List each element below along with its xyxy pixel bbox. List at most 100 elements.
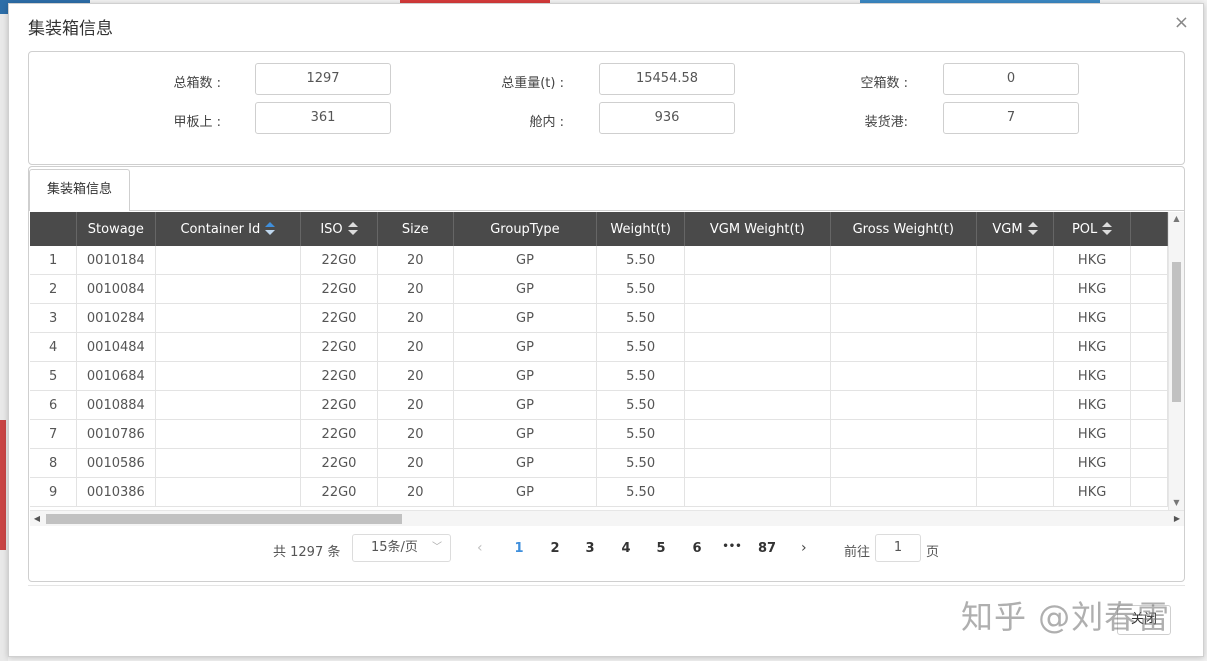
goto-label: 前往: [844, 545, 871, 560]
scroll-up-icon[interactable]: ▲: [1169, 212, 1184, 226]
goto-page-input[interactable]: 1: [875, 534, 921, 562]
cell-container-id: [155, 448, 302, 478]
sort-icon[interactable]: [265, 222, 276, 236]
total-boxes-field[interactable]: 1297: [255, 63, 391, 95]
column-header-vgm-weight: VGM Weight(t): [684, 212, 831, 246]
vertical-scrollbar[interactable]: ▲ ▼: [1168, 212, 1184, 510]
more-pages-icon[interactable]: •••: [720, 541, 744, 552]
column-header-container-id[interactable]: Container Id: [155, 212, 302, 246]
cell-more: [1130, 477, 1168, 507]
cell-gross-weight: [830, 274, 977, 304]
sort-icon[interactable]: [1102, 222, 1113, 236]
tab-divider: [130, 210, 1184, 211]
table-row[interactable]: 1 0010184 22G0 20 GP 5.50 HKG: [30, 246, 1168, 275]
cell-container-id: [155, 361, 302, 391]
cell-container-id: [155, 246, 302, 275]
cell-vgm-weight: [684, 477, 831, 507]
next-page-icon[interactable]: ›: [801, 540, 807, 556]
cell-group-type: GP: [453, 361, 598, 391]
cell-vgm-weight: [684, 274, 831, 304]
cell-pol: HKG: [1053, 448, 1132, 478]
cell-container-id: [155, 303, 302, 333]
cell-iso: 22G0: [300, 303, 378, 333]
page-1-button[interactable]: 1: [507, 541, 531, 556]
cell-iso: 22G0: [300, 477, 378, 507]
table-row[interactable]: 7 0010786 22G0 20 GP 5.50 HKG: [30, 419, 1168, 449]
prev-page-icon[interactable]: ‹: [477, 540, 483, 556]
vertical-scroll-thumb[interactable]: [1172, 262, 1181, 402]
pagination-total: 共 1297 条: [273, 545, 341, 560]
cell-iso: 22G0: [300, 274, 378, 304]
cell-idx: 7: [30, 419, 78, 449]
page-3-button[interactable]: 3: [578, 541, 602, 556]
in-hold-field[interactable]: 936: [599, 102, 735, 134]
page-87-button[interactable]: 87: [755, 541, 779, 556]
sort-icon[interactable]: [1027, 222, 1038, 236]
tab-container-info[interactable]: 集装箱信息: [29, 169, 130, 211]
column-header-gross-weight: Gross Weight(t): [830, 212, 977, 246]
cell-pol: HKG: [1053, 332, 1132, 362]
column-header-pol[interactable]: POL: [1053, 212, 1132, 246]
column-header-label: Size: [401, 221, 429, 237]
cell-idx: 1: [30, 246, 78, 275]
page-5-button[interactable]: 5: [649, 541, 673, 556]
column-header-iso[interactable]: ISO: [300, 212, 378, 246]
cell-vgm: [976, 448, 1055, 478]
cell-vgm: [976, 361, 1055, 391]
cell-group-type: GP: [453, 332, 598, 362]
cell-iso: 22G0: [300, 448, 378, 478]
total-weight-field[interactable]: 15454.58: [599, 63, 735, 95]
cell-gross-weight: [830, 419, 977, 449]
column-header-vgm[interactable]: VGM: [976, 212, 1055, 246]
close-icon[interactable]: ×: [1174, 12, 1189, 33]
container-table: Stowage Container Id ISO Size GroupType Weigh…: [30, 212, 1168, 507]
cell-more: [1130, 448, 1168, 478]
column-header-group-type: GroupType: [453, 212, 598, 246]
cell-weight: 5.50: [596, 332, 685, 362]
background-accent-red-left: [0, 420, 6, 550]
empty-boxes-field[interactable]: 0: [943, 63, 1079, 95]
cell-iso: 22G0: [300, 246, 378, 275]
column-header-label: ISO: [320, 221, 343, 237]
column-header-more: [1130, 212, 1168, 246]
cell-group-type: GP: [453, 303, 598, 333]
cell-stowage: 0010786: [76, 419, 156, 449]
table-row[interactable]: 2 0010084 22G0 20 GP 5.50 HKG: [30, 274, 1168, 304]
cell-weight: 5.50: [596, 274, 685, 304]
scroll-right-icon[interactable]: ▶: [1170, 511, 1184, 526]
table-header-row: Stowage Container Id ISO Size GroupType Weigh…: [30, 212, 1168, 246]
cell-size: 20: [377, 361, 454, 391]
cell-gross-weight: [830, 332, 977, 362]
table-row[interactable]: 4 0010484 22G0 20 GP 5.50 HKG: [30, 332, 1168, 362]
cell-stowage: 0010084: [76, 274, 156, 304]
cell-container-id: [155, 477, 302, 507]
page-4-button[interactable]: 4: [614, 541, 638, 556]
cell-vgm: [976, 246, 1055, 275]
scroll-down-icon[interactable]: ▼: [1169, 496, 1184, 510]
cell-group-type: GP: [453, 390, 598, 420]
table-row[interactable]: 8 0010586 22G0 20 GP 5.50 HKG: [30, 448, 1168, 478]
column-header-label: GroupType: [490, 221, 560, 237]
cell-vgm-weight: [684, 303, 831, 333]
page-2-button[interactable]: 2: [543, 541, 567, 556]
table-row[interactable]: 6 0010884 22G0 20 GP 5.50 HKG: [30, 390, 1168, 420]
page-6-button[interactable]: 6: [685, 541, 709, 556]
horizontal-scroll-thumb[interactable]: [46, 514, 402, 524]
cell-size: 20: [377, 390, 454, 420]
on-deck-field[interactable]: 361: [255, 102, 391, 134]
scroll-left-icon[interactable]: ◀: [30, 511, 44, 526]
total-weight-label: 总重量(t) :: [501, 76, 564, 91]
cell-idx: 5: [30, 361, 78, 391]
sort-icon[interactable]: [347, 222, 358, 236]
loading-ports-field[interactable]: 7: [943, 102, 1079, 134]
cell-vgm-weight: [684, 390, 831, 420]
cell-vgm-weight: [684, 419, 831, 449]
horizontal-scrollbar[interactable]: ◀ ▶: [30, 510, 1184, 526]
table-row[interactable]: 3 0010284 22G0 20 GP 5.50 HKG: [30, 303, 1168, 333]
cell-pol: HKG: [1053, 477, 1132, 507]
table-row[interactable]: 5 0010684 22G0 20 GP 5.50 HKG: [30, 361, 1168, 391]
page-size-select[interactable]: 15条/页 ﹀: [352, 534, 451, 562]
table-row[interactable]: 9 0010386 22G0 20 GP 5.50 HKG: [30, 477, 1168, 507]
cell-stowage: 0010586: [76, 448, 156, 478]
cell-gross-weight: [830, 246, 977, 275]
